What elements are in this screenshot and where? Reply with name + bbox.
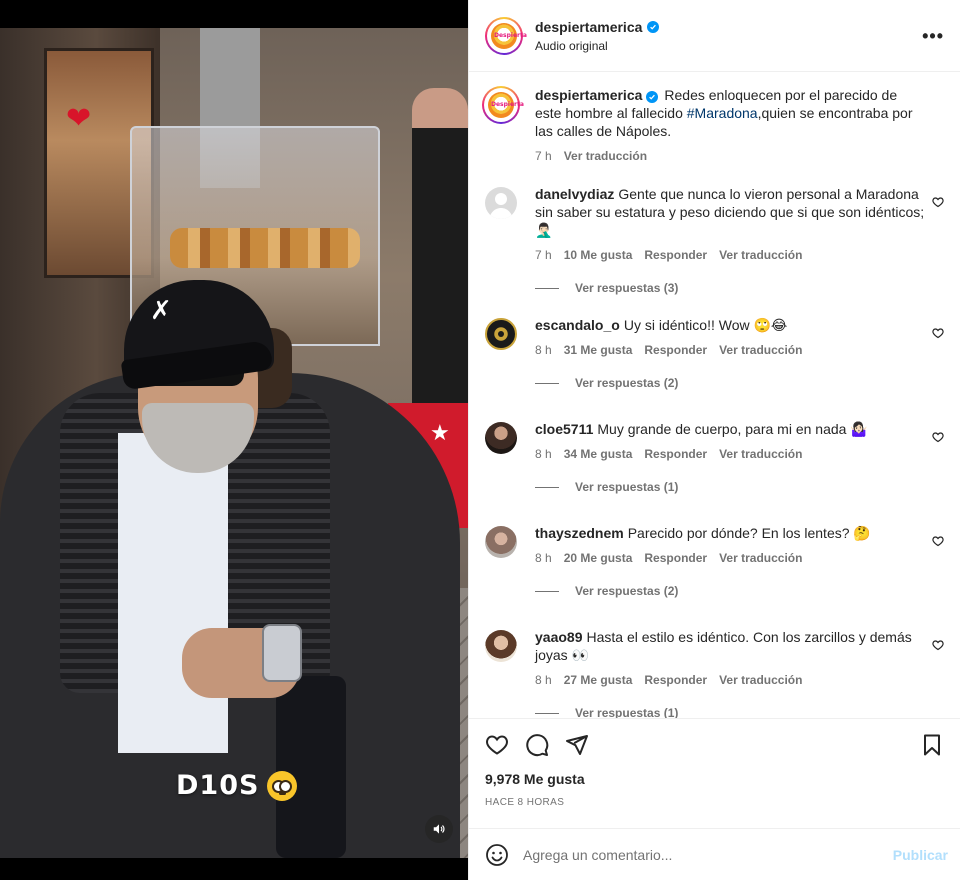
comment-text: Parecido por dónde? En los lentes? 🤔	[627, 525, 871, 541]
instagram-post: ❤ ★ ✗ D10S Despierta despiertamerica Aud…	[0, 0, 960, 880]
like-comment-heart-icon[interactable]	[932, 638, 944, 654]
hashtag-link[interactable]: #Maradona	[687, 105, 758, 121]
avatar[interactable]	[485, 422, 517, 454]
add-comment-bar: Publicar	[469, 828, 960, 880]
comment-likes[interactable]: 31 Me gusta	[564, 343, 633, 357]
audio-label[interactable]: Audio original	[535, 39, 659, 53]
avatar[interactable]	[485, 526, 517, 558]
comment-item: danelvydiaz Gente que nunca lo vieron per…	[485, 185, 944, 262]
view-replies-button[interactable]: Ver respuestas (2)	[535, 584, 944, 598]
comment-time: 8 h	[535, 673, 552, 687]
comment-username[interactable]: danelvydiaz	[535, 186, 614, 202]
see-translation-link[interactable]: Ver traducción	[719, 248, 802, 262]
audio-toggle-button[interactable]	[425, 815, 453, 843]
bookmark-save-icon[interactable]	[920, 733, 944, 757]
caption-time: 7 h	[535, 149, 552, 163]
comment-username[interactable]: yaao89	[535, 629, 582, 645]
view-replies-label: Ver respuestas (1)	[575, 480, 679, 494]
comment-bubble-icon[interactable]	[525, 733, 549, 757]
comment-time: 7 h	[535, 248, 552, 262]
letterbox-bottom	[0, 858, 468, 880]
like-comment-heart-icon[interactable]	[932, 195, 944, 211]
white-shirt	[118, 433, 228, 753]
despierta-america-logo-icon: Despierta	[491, 22, 527, 49]
comment-input[interactable]	[523, 846, 893, 863]
see-translation-link[interactable]: Ver traducción	[564, 149, 647, 163]
see-translation-link[interactable]: Ver traducción	[719, 551, 802, 565]
comment-item: cloe5711 Muy grande de cuerpo, para mi en…	[485, 420, 944, 461]
view-replies-button[interactable]: Ver respuestas (1)	[535, 706, 944, 718]
verified-badge-icon	[646, 91, 659, 103]
post-actions: 9,978 Me gusta HACE 8 HORAS	[469, 718, 960, 828]
reply-button[interactable]: Responder	[644, 551, 707, 565]
default-avatar-icon[interactable]	[485, 187, 517, 219]
letterbox-top	[0, 0, 468, 28]
see-translation-link[interactable]: Ver traducción	[719, 447, 802, 461]
post-caption: Despierta despiertamerica Redes enloquece…	[482, 86, 944, 163]
comment-time: 8 h	[535, 447, 552, 461]
view-replies-label: Ver respuestas (2)	[575, 376, 679, 390]
view-replies-button[interactable]: Ver respuestas (3)	[535, 281, 944, 295]
comment-item: yaao89 Hasta el estilo es idéntico. Con l…	[485, 628, 944, 687]
wristwatch	[262, 624, 302, 682]
comment-likes[interactable]: 20 Me gusta	[564, 551, 633, 565]
comment-text: Hasta el estilo es idéntico. Con los zar…	[535, 629, 912, 663]
header-username[interactable]: despiertamerica	[535, 19, 642, 35]
comment-time: 8 h	[535, 551, 552, 565]
reply-button[interactable]: Responder	[644, 447, 707, 461]
view-replies-button[interactable]: Ver respuestas (2)	[535, 376, 944, 390]
publish-button[interactable]: Publicar	[893, 847, 948, 863]
emoji-smiley-icon[interactable]	[485, 843, 509, 867]
view-replies-label: Ver respuestas (3)	[575, 281, 679, 295]
caption-avatar[interactable]: Despierta	[482, 86, 524, 124]
comment-text: Muy grande de cuerpo, para mi en nada 🤷🏻…	[597, 421, 868, 437]
post-video[interactable]: ❤ ★ ✗ D10S	[0, 0, 468, 880]
cap-logo-icon: ✗	[150, 296, 172, 326]
speaker-icon	[433, 824, 445, 834]
video-overlay-caption: D10S	[176, 770, 298, 801]
despierta-america-logo-icon: Despierta	[488, 92, 524, 118]
comment-time: 8 h	[535, 343, 552, 357]
reply-button[interactable]: Responder	[644, 673, 707, 687]
overlay-caption-text: D10S	[176, 770, 260, 801]
post-timestamp: HACE 8 HORAS	[485, 797, 565, 808]
comments-list: Despierta despiertamerica Redes enloquece…	[469, 72, 960, 718]
see-translation-link[interactable]: Ver traducción	[719, 343, 802, 357]
comment-username[interactable]: escandalo_o	[535, 317, 620, 333]
more-options-icon[interactable]: •••	[922, 26, 944, 47]
comment-likes[interactable]: 10 Me gusta	[564, 248, 633, 262]
caption-username[interactable]: despiertamerica	[535, 87, 642, 103]
comment-item: thayszednem Parecido por dónde? En los le…	[485, 524, 944, 565]
comment-item: escandalo_o Uy si idéntico!! Wow 🙄😂 8 h 3…	[485, 316, 944, 357]
wheelchair	[276, 676, 346, 858]
like-comment-heart-icon[interactable]	[932, 326, 944, 342]
reply-button[interactable]: Responder	[644, 248, 707, 262]
comment-likes[interactable]: 27 Me gusta	[564, 673, 633, 687]
post-likes-count[interactable]: 9,978 Me gusta	[485, 771, 944, 787]
comment-likes[interactable]: 34 Me gusta	[564, 447, 633, 461]
account-avatar[interactable]: Despierta	[485, 16, 527, 55]
verified-badge-icon	[647, 20, 660, 33]
comment-username[interactable]: thayszednem	[535, 525, 624, 541]
avatar[interactable]	[485, 318, 517, 350]
flushed-face-icon	[267, 770, 298, 801]
see-translation-link[interactable]: Ver traducción	[719, 673, 802, 687]
view-replies-label: Ver respuestas (1)	[575, 706, 679, 718]
man-in-wheelchair: ✗	[0, 28, 468, 858]
avatar[interactable]	[485, 630, 517, 662]
like-comment-heart-icon[interactable]	[932, 534, 944, 550]
post-header: Despierta despiertamerica Audio original…	[469, 0, 960, 72]
like-heart-icon[interactable]	[485, 733, 509, 757]
comment-text: Uy si idéntico!! Wow 🙄😂	[623, 317, 788, 333]
share-paper-plane-icon[interactable]	[565, 733, 589, 757]
comment-username[interactable]: cloe5711	[535, 421, 593, 437]
reply-button[interactable]: Responder	[644, 343, 707, 357]
video-frame: ❤ ★ ✗ D10S	[0, 28, 468, 858]
view-replies-label: Ver respuestas (2)	[575, 584, 679, 598]
like-comment-heart-icon[interactable]	[932, 430, 944, 446]
view-replies-button[interactable]: Ver respuestas (1)	[535, 480, 944, 494]
post-side-panel: Despierta despiertamerica Audio original…	[468, 0, 960, 880]
